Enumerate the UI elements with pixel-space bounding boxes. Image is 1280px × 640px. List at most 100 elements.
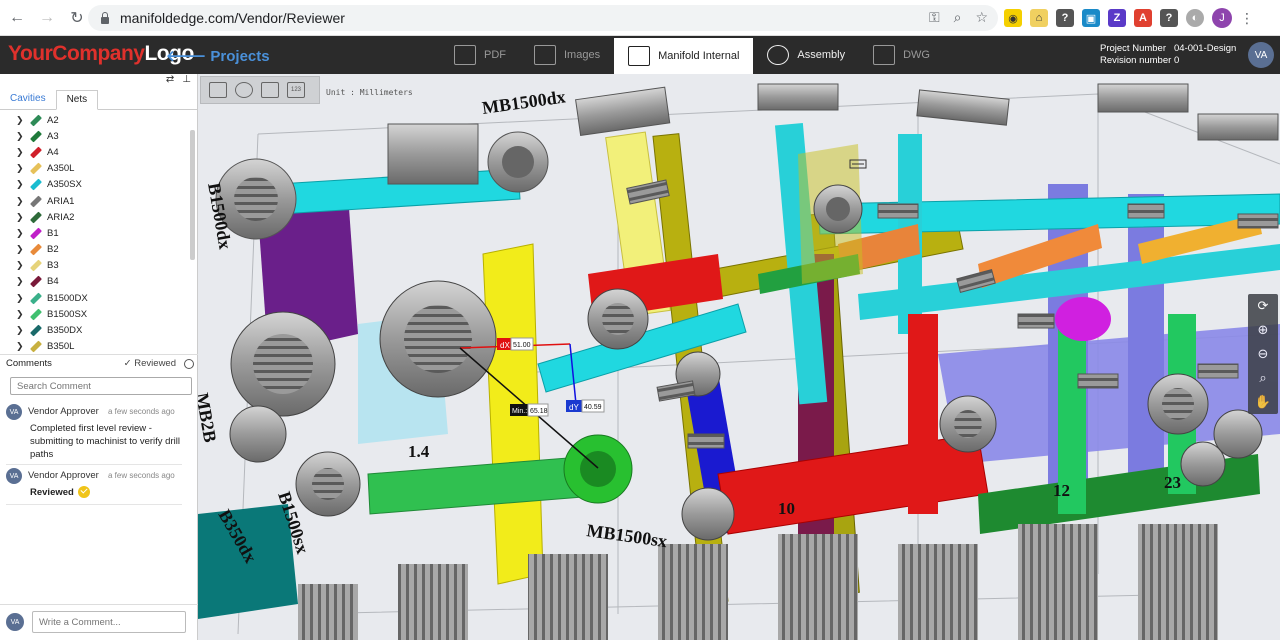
pencil-color-icon (29, 275, 43, 288)
net-item[interactable]: ❯ B350DX (0, 322, 197, 338)
zoom-icon[interactable]: ⌕ (954, 9, 962, 26)
label-23: 23 (1164, 473, 1181, 492)
tab-manifold-internal[interactable]: Manifold Internal (614, 36, 754, 74)
net-item[interactable]: ❯ B1 (0, 225, 197, 241)
comments-title: Comments (6, 358, 52, 369)
panel-tabs: Cavities Nets (0, 90, 197, 110)
pencil-color-icon (29, 324, 43, 337)
chevron-right-icon[interactable]: ❯ (16, 228, 26, 239)
tab-images[interactable]: Images (520, 36, 614, 74)
net-item[interactable]: ❯ B2 (0, 242, 197, 258)
browser-profile-avatar[interactable]: J (1212, 8, 1232, 28)
extension-search-icon[interactable]: ◉ (1004, 9, 1022, 27)
assembly-icon (767, 45, 790, 65)
chevron-right-icon[interactable]: ❯ (16, 212, 26, 223)
zoom-in-icon[interactable]: ⊕ (1254, 321, 1272, 339)
3d-viewport[interactable]: MB1500dx MB1500sx B1500dx B1500sx B350dx… (198, 74, 1280, 640)
chevron-right-icon[interactable]: ❯ (16, 196, 26, 207)
chevron-right-icon[interactable]: ❯ (16, 325, 26, 336)
net-item[interactable]: ❯ B350L (0, 339, 197, 354)
extension-home-icon[interactable]: ⌂ (1030, 9, 1048, 27)
chip-tool-icon[interactable] (261, 82, 279, 98)
reviewed-status[interactable]: ✓ Reviewed (124, 358, 176, 369)
chevron-right-icon[interactable]: ❯ (16, 147, 26, 158)
write-comment-area: VA (0, 604, 198, 640)
dy-label: dY (569, 403, 579, 412)
label-1-4: 1.4 (408, 442, 430, 461)
extension-pdf-icon[interactable]: A (1134, 9, 1152, 27)
search-comment-input[interactable] (10, 377, 192, 395)
tab-dwg[interactable]: DWG (859, 36, 944, 74)
net-label: B4 (47, 276, 59, 288)
pencil-color-icon (29, 292, 43, 305)
net-label: ARIA1 (47, 195, 75, 207)
net-item[interactable]: ❯ ARIA2 (0, 209, 197, 225)
write-comment-input[interactable] (32, 611, 186, 633)
chevron-right-icon[interactable]: ❯ (16, 276, 26, 287)
pan-hand-icon[interactable]: ✋ (1254, 393, 1272, 411)
net-label: B3 (47, 260, 59, 272)
pin-icon[interactable]: ⊥ (182, 74, 191, 90)
tab-assembly[interactable]: Assembly (753, 36, 859, 74)
label-mb1500sx: MB1500sx (585, 520, 668, 551)
chevron-right-icon[interactable]: ❯ (16, 244, 26, 255)
label-mb2b: MB2B (198, 391, 220, 444)
pencil-color-icon (29, 211, 43, 224)
avatar: VA (6, 404, 22, 420)
top-bolt (1197, 113, 1279, 141)
logo-text-part1: YourCompany (8, 42, 145, 65)
net-item[interactable]: ❯ A4 (0, 144, 197, 160)
images-icon (534, 45, 556, 65)
tab-nets[interactable]: Nets (55, 90, 99, 110)
extension-z-icon[interactable]: Z (1108, 9, 1126, 27)
net-item[interactable]: ❯ A3 (0, 128, 197, 144)
settings-circle-icon[interactable] (184, 359, 194, 369)
address-bar[interactable]: manifoldedge.com/Vendor/Reviewer ⚿ ⌕ ☆ (88, 5, 998, 31)
comment-text: Reviewed (30, 487, 74, 498)
tab-cavities[interactable]: Cavities (0, 90, 56, 109)
net-item[interactable]: ❯ B3 (0, 258, 197, 274)
key-icon[interactable]: ⚿ (929, 9, 940, 26)
chevron-right-icon[interactable]: ❯ (16, 163, 26, 174)
browser-menu-icon[interactable]: ⋮ (1240, 10, 1254, 27)
forward-icon[interactable]: → (34, 5, 60, 31)
zoom-fit-icon[interactable]: ⌕ (1254, 369, 1272, 387)
tab-pdf[interactable]: PDF (440, 36, 520, 74)
reload-icon[interactable]: ↻ (64, 5, 90, 31)
top-fitting-body (387, 123, 479, 185)
net-item[interactable]: ❯ B4 (0, 274, 197, 290)
extension-screen-icon[interactable]: ▣ (1082, 9, 1100, 27)
extension-help2-icon[interactable]: ? (1160, 9, 1178, 27)
net-item[interactable]: ❯ ARIA1 (0, 193, 197, 209)
net-item[interactable]: ❯ B1500SX (0, 306, 197, 322)
projects-back-link[interactable]: 🡐 Projects (166, 46, 270, 65)
user-avatar[interactable]: VA (1248, 42, 1274, 68)
zoom-out-icon[interactable]: ⊖ (1254, 345, 1272, 363)
chevron-right-icon[interactable]: ❯ (16, 131, 26, 142)
chevron-right-icon[interactable]: ❯ (16, 179, 26, 190)
pencil-color-icon (29, 195, 43, 208)
bookmark-star-icon[interactable]: ☆ (975, 9, 988, 26)
net-item[interactable]: ❯ B1500DX (0, 290, 197, 306)
net-item[interactable]: ❯ A350L (0, 161, 197, 177)
viewer-toolbar: 123 (200, 76, 320, 104)
extension-circle-icon[interactable]: ◐ (1186, 9, 1204, 27)
chevron-right-icon[interactable]: ❯ (16, 309, 26, 320)
magenta-cavity (1055, 297, 1111, 341)
swap-icon[interactable]: ⇄ (166, 74, 174, 90)
chevron-right-icon[interactable]: ❯ (16, 260, 26, 271)
rotate-icon[interactable]: ⟳ (1254, 297, 1272, 315)
chevron-right-icon[interactable]: ❯ (16, 293, 26, 304)
chevron-right-icon[interactable]: ❯ (16, 341, 26, 352)
net-item[interactable]: ❯ A350SX (0, 177, 197, 193)
network-tool-icon[interactable] (235, 82, 253, 98)
chevron-right-icon[interactable]: ❯ (16, 115, 26, 126)
net-item[interactable]: ❯ A2 (0, 112, 197, 128)
view-side-tools: ⟳ ⊕ ⊖ ⌕ ✋ (1248, 294, 1278, 414)
measure-tool-icon[interactable] (209, 82, 227, 98)
count-badge-icon[interactable]: 123 (287, 82, 305, 98)
app-header: YourCompanyLogo 🡐 Projects PDF Images Ma… (0, 36, 1280, 74)
nets-scrollbar[interactable] (190, 130, 195, 260)
back-icon[interactable]: ← (4, 5, 30, 31)
extension-help-icon[interactable]: ? (1056, 9, 1074, 27)
